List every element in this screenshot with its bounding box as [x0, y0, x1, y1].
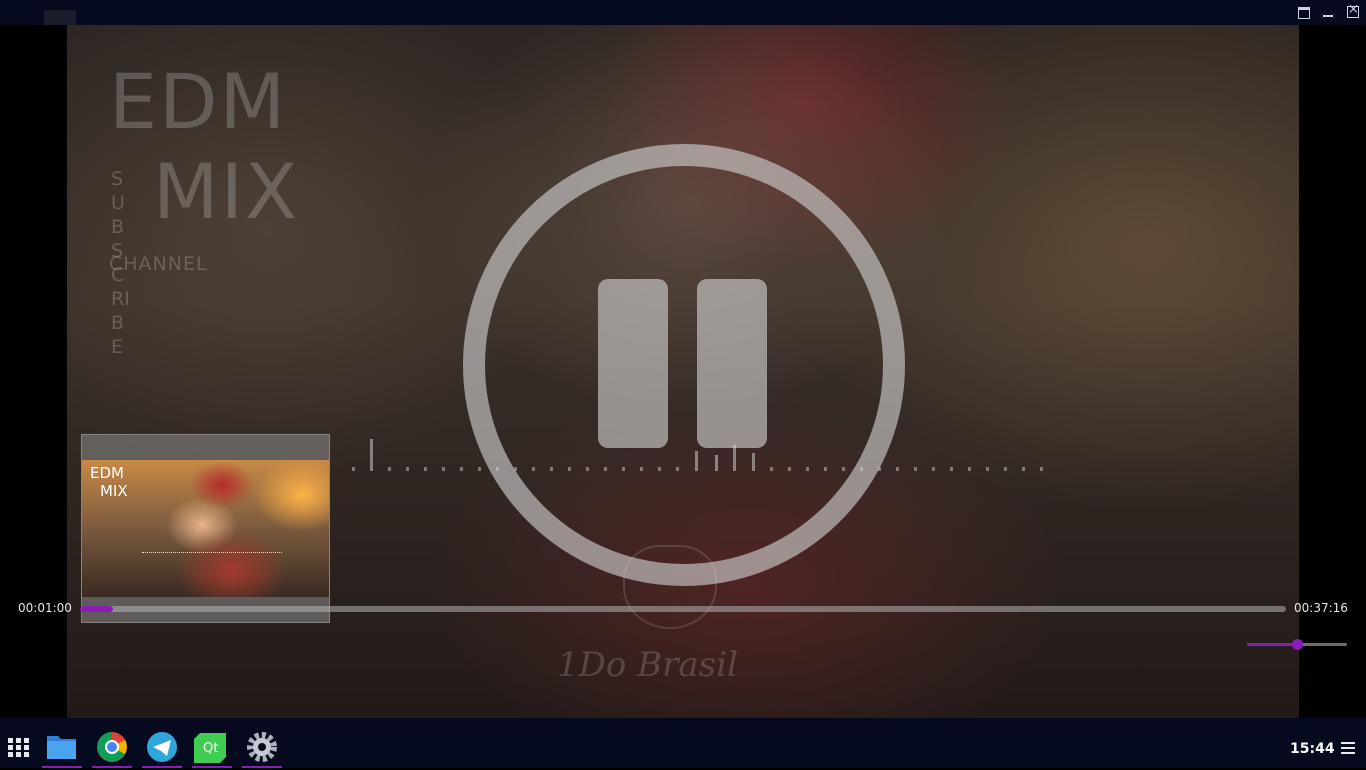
settings-icon — [247, 732, 277, 762]
logo-edm-text: EDM — [109, 57, 288, 146]
logo-mix-text: MIX — [153, 147, 300, 236]
thumbnail-edm-text: EDM — [90, 464, 124, 482]
chrome-icon — [97, 732, 127, 762]
seek-bar[interactable] — [80, 606, 1286, 612]
app-tab-icon[interactable] — [44, 10, 76, 25]
volume-handle[interactable] — [1292, 639, 1303, 650]
clock[interactable]: 15:44 — [1290, 741, 1335, 757]
video-area[interactable]: EDM MIX SUBSCRIBE CHANNEL 1Do Brasil EDM… — [0, 25, 1366, 718]
minimize-icon[interactable] — [1321, 5, 1335, 19]
app-launcher-icon[interactable] — [8, 738, 30, 758]
pause-button[interactable] — [463, 144, 905, 586]
taskbar-qt-creator[interactable]: Qt — [192, 728, 232, 768]
thumbnail-visualizer — [142, 540, 282, 553]
visualizer-svg — [352, 439, 1043, 471]
seek-bar-progress — [80, 606, 113, 612]
total-time: 00:37:16 — [1294, 601, 1348, 615]
files-icon — [47, 736, 76, 759]
svg-text:Qt: Qt — [203, 741, 218, 756]
taskbar-files[interactable] — [42, 728, 82, 768]
close-icon[interactable] — [1346, 2, 1360, 19]
pause-icon-bar-left — [598, 279, 668, 448]
maximize-icon[interactable] — [1297, 5, 1311, 19]
volume-slider[interactable] — [1247, 639, 1347, 650]
edm-mix-logo: EDM MIX SUBSCRIBE CHANNEL — [109, 57, 349, 358]
taskbar: Qt 15:44 — [0, 718, 1366, 768]
telegram-icon — [147, 732, 177, 762]
audio-visualizer — [350, 435, 1050, 475]
taskbar-chrome[interactable] — [92, 728, 132, 768]
qt-creator-icon: Qt — [194, 733, 226, 763]
taskbar-settings[interactable] — [242, 728, 282, 768]
seek-preview-thumbnail: EDM MIX — [81, 434, 330, 623]
menu-icon[interactable] — [1341, 742, 1355, 754]
title-bar — [0, 0, 1366, 25]
thumbnail-image: EDM MIX — [82, 460, 329, 597]
thumbnail-mix-text: MIX — [100, 482, 128, 500]
logo-channel-text: CHANNEL — [109, 253, 208, 275]
current-time: 00:01:00 — [18, 601, 72, 615]
pause-icon-bar-right — [697, 279, 767, 448]
taskbar-telegram[interactable] — [142, 728, 182, 768]
signature-watermark: 1Do Brasil — [557, 645, 738, 685]
volume-level — [1247, 643, 1297, 646]
